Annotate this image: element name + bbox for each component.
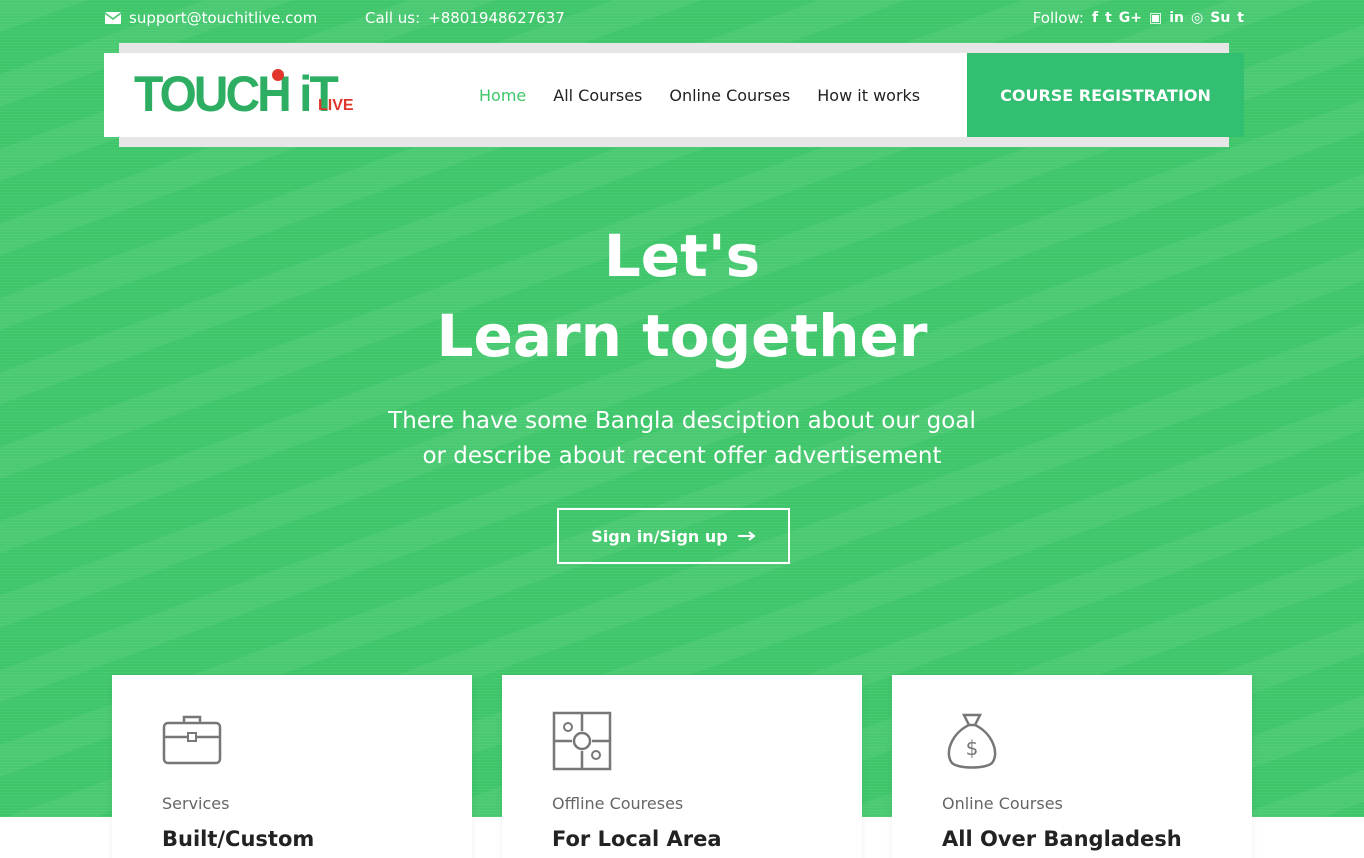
- hero-title-line1: Let's: [603, 222, 761, 290]
- card-title: All Over Bangladesh: [942, 827, 1182, 851]
- card-title: For Local Area: [552, 827, 722, 851]
- money-bag-icon: $: [947, 713, 997, 769]
- nav-home[interactable]: Home: [479, 86, 526, 105]
- logo-text: TOUCH iT: [134, 66, 339, 123]
- card-category: Online Courses: [942, 794, 1063, 813]
- nav-online-courses[interactable]: Online Courses: [669, 86, 790, 105]
- briefcase-icon: [162, 715, 222, 765]
- site-logo[interactable]: TOUCH iT LIVE: [134, 67, 354, 123]
- hero-desc-line1: There have some Bangla desciption about …: [388, 408, 976, 434]
- card-category: Services: [162, 794, 230, 813]
- facebook-icon[interactable]: f: [1092, 11, 1098, 25]
- nav-how-it-works[interactable]: How it works: [817, 86, 920, 105]
- card-category: Offline Coureses: [552, 794, 684, 813]
- offline-courses-card[interactable]: Offline Coureses For Local Area: [502, 675, 862, 858]
- tumblr-icon[interactable]: t: [1237, 11, 1244, 25]
- svg-text:$: $: [966, 736, 979, 760]
- arrow-right-icon: [737, 531, 756, 541]
- card-title: Built/Custom: [162, 827, 315, 851]
- linkedin-icon[interactable]: in: [1169, 11, 1184, 25]
- sign-in-button[interactable]: Sign in/Sign up: [557, 508, 790, 564]
- youtube-icon[interactable]: ▣: [1149, 11, 1162, 25]
- hero-title-line2: Learn together: [436, 302, 928, 370]
- stumbleupon-icon[interactable]: Su: [1210, 11, 1230, 25]
- email-text: support@touchitlive.com: [129, 9, 318, 27]
- course-registration-button[interactable]: COURSE REGISTRATION: [967, 53, 1244, 137]
- navbar: TOUCH iT LIVE Home All Courses Online Co…: [104, 53, 1244, 137]
- contact-phone: Call us: +8801948627637: [365, 9, 565, 27]
- top-bar: support@touchitlive.com Call us: +880194…: [0, 0, 1364, 40]
- nav-all-courses[interactable]: All Courses: [553, 86, 642, 105]
- follow-links: Follow: f t G+ ▣ in ◎ Su t: [1033, 9, 1244, 27]
- online-courses-card[interactable]: $ Online Courses All Over Bangladesh: [892, 675, 1252, 858]
- puzzle-icon: [552, 711, 612, 771]
- hero-description: There have some Bangla desciption about …: [0, 404, 1364, 474]
- main-menu: Home All Courses Online Courses How it w…: [479, 53, 920, 137]
- hero-desc-line2: or describe about recent offer advertise…: [422, 443, 942, 469]
- sign-in-label: Sign in/Sign up: [591, 526, 728, 546]
- instagram-icon[interactable]: ◎: [1191, 11, 1203, 25]
- service-card[interactable]: Services Built/Custom: [112, 675, 472, 858]
- twitter-icon[interactable]: t: [1105, 11, 1112, 25]
- phone-number[interactable]: +8801948627637: [428, 9, 565, 27]
- contact-email[interactable]: support@touchitlive.com: [105, 9, 317, 27]
- google-plus-icon[interactable]: G+: [1119, 11, 1142, 25]
- call-label: Call us:: [365, 9, 421, 27]
- logo-live: LIVE: [318, 97, 354, 114]
- envelope-icon: [105, 12, 121, 24]
- follow-label: Follow:: [1032, 9, 1084, 27]
- logo-dot: [272, 69, 284, 81]
